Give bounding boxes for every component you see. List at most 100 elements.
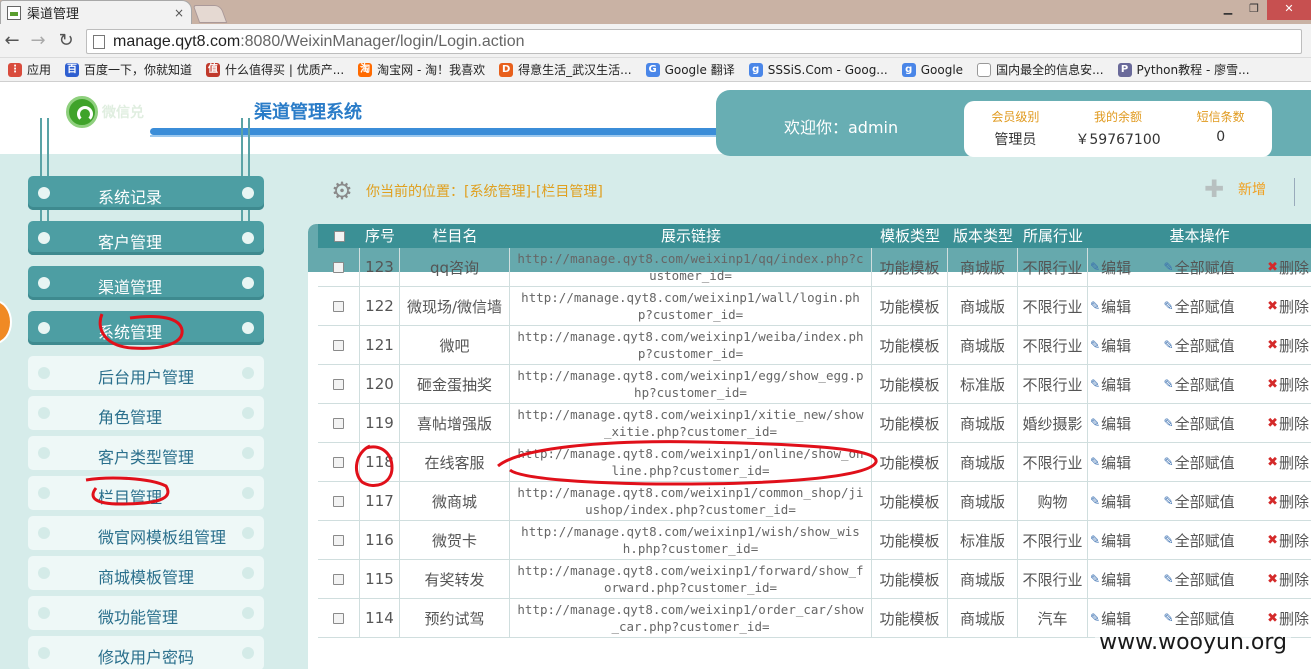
sidebar-sub-item[interactable]: 修改用户密码	[28, 636, 264, 669]
reload-icon[interactable]: ↻	[56, 31, 76, 51]
address-bar[interactable]: manage.qyt8.com :8080/WeixinManager/logi…	[86, 29, 1302, 54]
assign-all-label: 全部赋值	[1174, 570, 1235, 589]
row-checkbox[interactable]	[333, 378, 344, 390]
tab-close-icon[interactable]: ×	[171, 6, 187, 20]
sidebar-sub-item[interactable]: 微官网模板组管理	[28, 516, 264, 550]
edit-button[interactable]: ✎ 编辑	[1090, 608, 1131, 629]
delete-button[interactable]: ✖ 删除	[1267, 569, 1309, 590]
maximize-icon[interactable]: ❐	[1241, 0, 1267, 20]
add-new-button[interactable]: ✚ 新增	[1204, 177, 1266, 201]
bookmark-item[interactable]: D 得意生活_武汉生活...	[499, 61, 632, 78]
delete-icon: ✖	[1267, 376, 1278, 392]
table-body: 123 qq咨询 http://manage.qyt8.com/weixinp1/q…	[318, 248, 1311, 638]
sidebar-sub-item[interactable]: 微功能管理	[28, 596, 264, 630]
row-checkbox[interactable]	[333, 456, 344, 468]
url-path: :8080/WeixinManager/login/Login.action	[240, 32, 525, 50]
minimize-icon[interactable]: ▁	[1215, 0, 1241, 20]
row-industry: 不限行业	[1018, 365, 1088, 403]
browser-tab[interactable]: 渠道管理 ×	[0, 0, 192, 24]
row-checkbox[interactable]	[333, 573, 344, 585]
assign-all-button[interactable]: ✎ 全部赋值	[1164, 413, 1235, 434]
sidebar-sub-label: 修改用户密码	[98, 648, 195, 667]
row-name: qq咨询	[400, 248, 510, 286]
delete-button[interactable]: ✖ 删除	[1267, 257, 1309, 278]
row-industry: 不限行业	[1018, 287, 1088, 325]
delete-button[interactable]: ✖ 删除	[1267, 491, 1309, 512]
assign-all-button[interactable]: ✎ 全部赋值	[1164, 608, 1235, 629]
bookmark-item[interactable]: P Python教程 - 廖雪...	[1117, 61, 1250, 78]
forward-icon[interactable]: →	[28, 31, 48, 51]
edit-label: 编辑	[1101, 375, 1132, 394]
row-link: http://manage.qyt8.com/weixinp1/online/s…	[510, 443, 872, 481]
row-checkbox[interactable]	[333, 261, 344, 273]
edit-label: 编辑	[1101, 297, 1132, 316]
edit-label: 编辑	[1101, 258, 1132, 277]
edit-button[interactable]: ✎ 编辑	[1090, 374, 1131, 395]
sidebar-sub-item[interactable]: 后台用户管理	[28, 356, 264, 390]
assign-all-button[interactable]: ✎ 全部赋值	[1164, 257, 1235, 278]
edit-button[interactable]: ✎ 编辑	[1090, 491, 1131, 512]
row-checkbox[interactable]	[333, 339, 344, 351]
delete-button[interactable]: ✖ 删除	[1267, 335, 1309, 356]
edit-button[interactable]: ✎ 编辑	[1090, 569, 1131, 590]
new-tab-button[interactable]	[192, 5, 228, 23]
row-checkbox[interactable]	[333, 612, 344, 624]
pencil-icon: ✎	[1090, 533, 1101, 547]
edit-button[interactable]: ✎ 编辑	[1090, 257, 1131, 278]
edit-button[interactable]: ✎ 编辑	[1090, 335, 1131, 356]
pencil-icon: ✎	[1090, 260, 1101, 274]
pencil-icon: ✎	[1163, 572, 1174, 586]
delete-icon: ✖	[1267, 454, 1278, 470]
sidebar-main-item[interactable]: 系统管理	[28, 311, 264, 345]
delete-button[interactable]: ✖ 删除	[1267, 530, 1309, 551]
assign-all-button[interactable]: ✎ 全部赋值	[1164, 335, 1235, 356]
sidebar-sub-item[interactable]: 客户类型管理	[28, 436, 264, 470]
bookmark-item[interactable]: G Google 翻译	[645, 61, 735, 78]
bookmark-item[interactable]: 淘淘宝网 - 淘！我喜欢	[358, 61, 485, 78]
assign-all-button[interactable]: ✎ 全部赋值	[1164, 491, 1235, 512]
assign-all-button[interactable]: ✎ 全部赋值	[1164, 296, 1235, 317]
bookmark-item[interactable]: ⋮ 应用	[8, 61, 51, 78]
edit-button[interactable]: ✎ 编辑	[1090, 413, 1131, 434]
sidebar-main-item[interactable]: 系统记录	[28, 176, 264, 210]
bookmark-item[interactable]: 国内最全的信息安...	[977, 61, 1104, 78]
row-checkbox[interactable]	[333, 417, 344, 429]
sms-count: 短信条数 0	[1169, 101, 1272, 157]
bullet-icon	[242, 607, 254, 619]
bullet-icon	[38, 567, 50, 579]
select-all-checkbox[interactable]	[333, 231, 345, 242]
delete-button[interactable]: ✖ 删除	[1267, 296, 1309, 317]
close-window-icon[interactable]: ✕	[1267, 0, 1311, 20]
row-industry: 汽车	[1018, 599, 1088, 637]
back-icon[interactable]: ←	[2, 31, 22, 51]
edit-button[interactable]: ✎ 编辑	[1090, 530, 1131, 551]
sidebar-sub-item[interactable]: 栏目管理	[28, 476, 264, 510]
sidebar-sub-item[interactable]: 商城模板管理	[28, 556, 264, 590]
delete-button[interactable]: ✖ 删除	[1267, 413, 1309, 434]
sidebar-sub-item[interactable]: 角色管理	[28, 396, 264, 430]
assign-all-button[interactable]: ✎ 全部赋值	[1164, 452, 1235, 473]
sidebar-main-item[interactable]: 客户管理	[28, 221, 264, 255]
column-header: 序号	[364, 227, 395, 245]
edit-button[interactable]: ✎ 编辑	[1090, 452, 1131, 473]
delete-button[interactable]: ✖ 删除	[1267, 452, 1309, 473]
sidebar-main-item[interactable]: 渠道管理	[28, 266, 264, 300]
row-name: 微吧	[400, 326, 510, 364]
sidebar-sub-label: 后台用户管理	[98, 368, 195, 387]
row-checkbox[interactable]	[333, 534, 344, 546]
row-version-type: 商城版	[948, 287, 1018, 325]
assign-all-button[interactable]: ✎ 全部赋值	[1164, 374, 1235, 395]
delete-button[interactable]: ✖ 删除	[1267, 608, 1309, 629]
row-checkbox[interactable]	[333, 300, 344, 312]
edit-label: 编辑	[1101, 492, 1132, 511]
bookmark-item[interactable]: g SSSiS.Com - Goog...	[748, 62, 888, 77]
bookmark-item[interactable]: 百百度一下，你就知道	[65, 61, 192, 78]
bookmark-item[interactable]: 值什么值得买 | 优质产...	[206, 61, 344, 78]
row-checkbox[interactable]	[333, 495, 344, 507]
bookmark-icon: G	[645, 62, 660, 77]
assign-all-button[interactable]: ✎ 全部赋值	[1164, 530, 1235, 551]
assign-all-button[interactable]: ✎ 全部赋值	[1164, 569, 1235, 590]
delete-button[interactable]: ✖ 删除	[1267, 374, 1309, 395]
bookmark-item[interactable]: g Google	[901, 62, 963, 77]
edit-button[interactable]: ✎ 编辑	[1090, 296, 1131, 317]
